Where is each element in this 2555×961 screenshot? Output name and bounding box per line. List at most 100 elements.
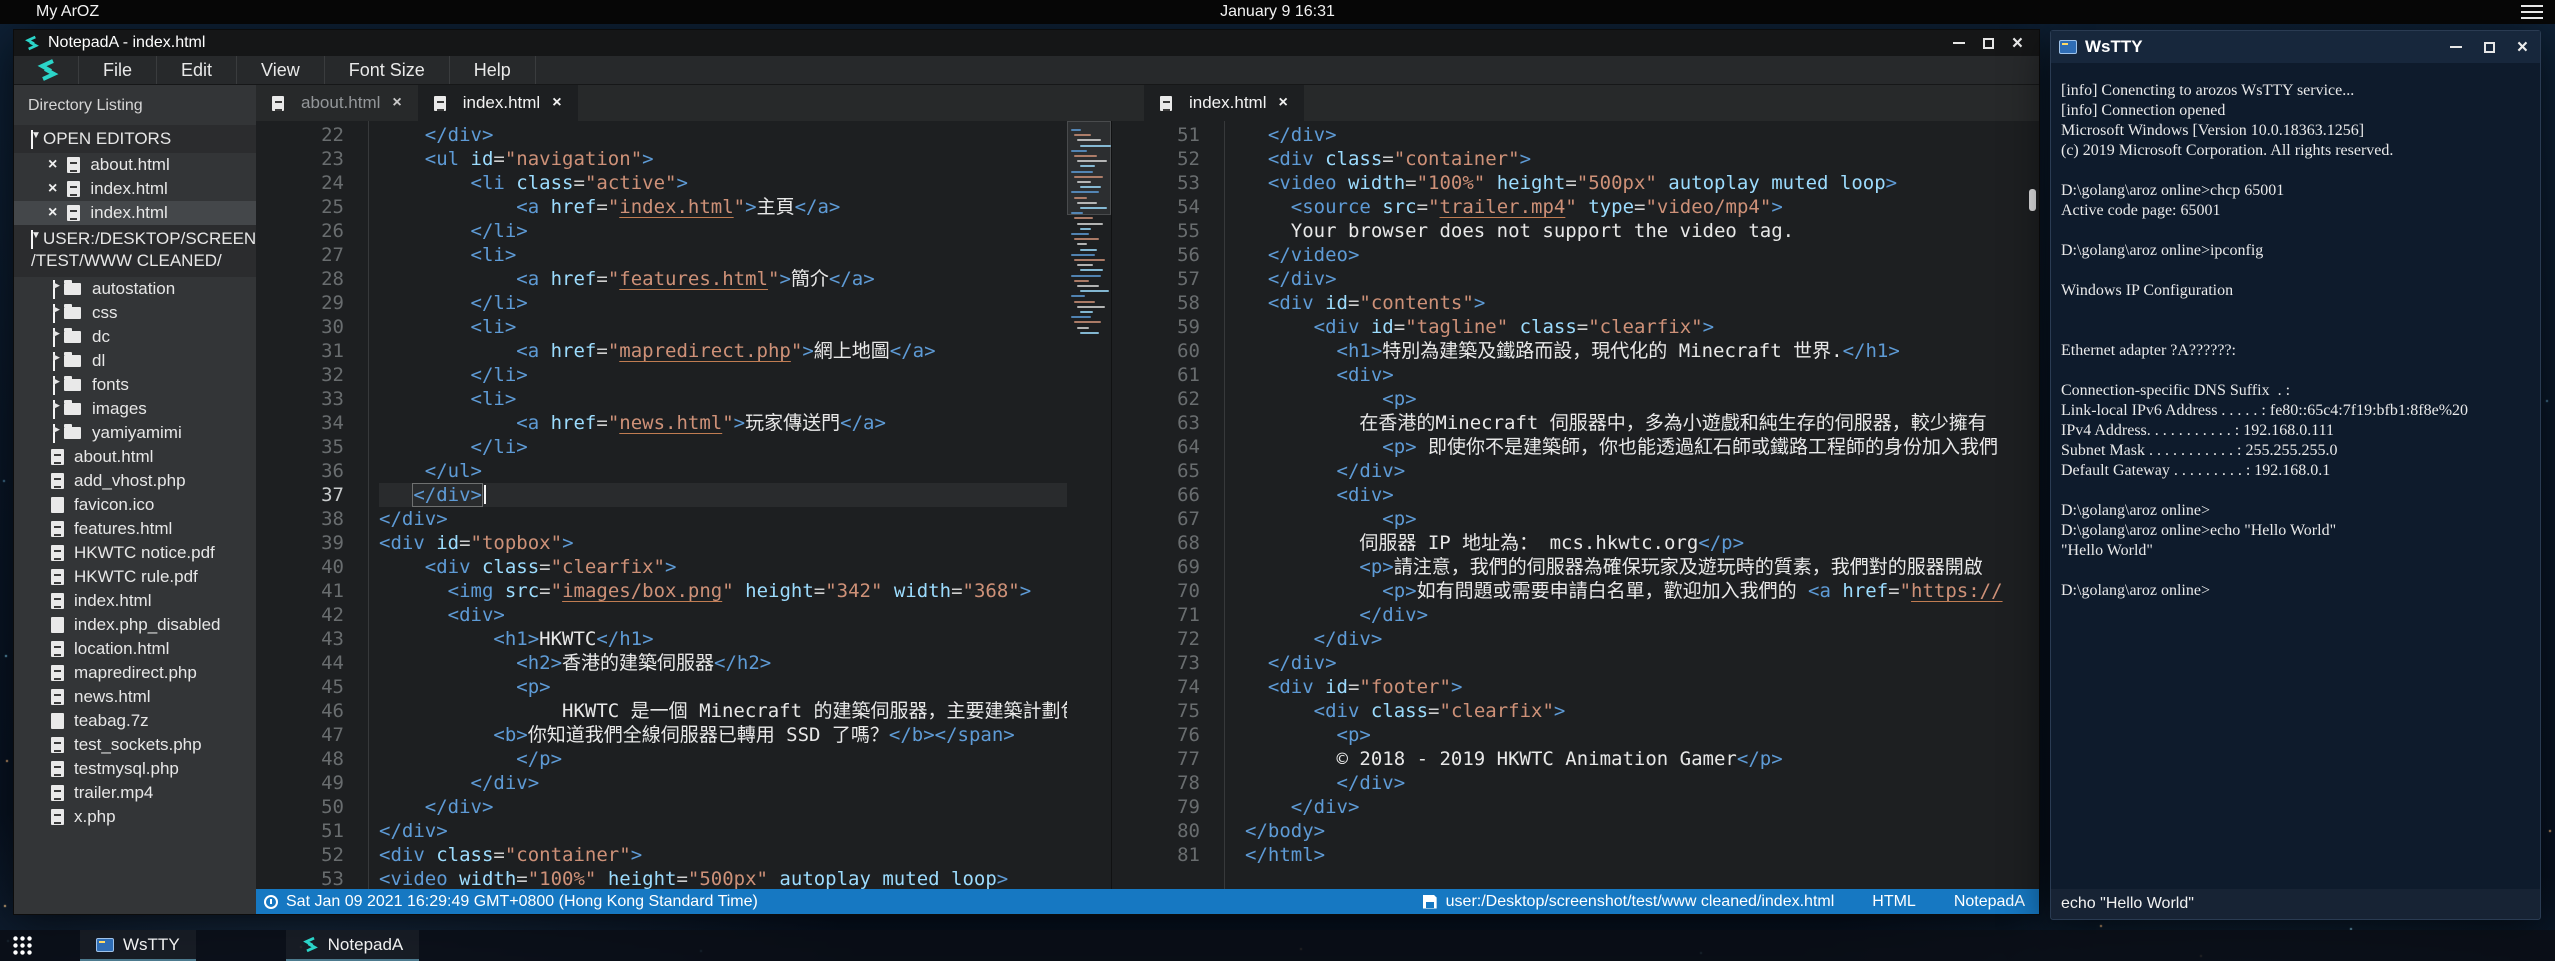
- minimize-button[interactable]: [2450, 46, 2462, 48]
- code-line[interactable]: <p>: [1245, 507, 2039, 531]
- code-line[interactable]: HKWTC 是一個 Minecraft 的建築伺服器，主要建築計劃包括鐵路: [379, 699, 1111, 723]
- code-line[interactable]: <div>: [379, 603, 1111, 627]
- minimap[interactable]: [1067, 121, 1111, 889]
- tree-file-mapredirect.php[interactable]: mapredirect.php: [14, 661, 256, 685]
- code-line[interactable]: <div>: [1245, 483, 2039, 507]
- code-line[interactable]: </ul>: [379, 459, 1111, 483]
- workspace-header[interactable]: ▼ USER:/DESKTOP/SCREENSHOT /TEST/WWW CLE…: [14, 225, 256, 277]
- code-line[interactable]: <source src="trailer.mp4" type="video/mp…: [1245, 195, 2039, 219]
- close-editor-icon[interactable]: ×: [48, 158, 57, 172]
- code-line[interactable]: <p>如有問題或需要申請白名單，歡迎加入我們的 <a href="https:/…: [1245, 579, 2039, 603]
- code-line[interactable]: <h1>HKWTC</h1>: [379, 627, 1111, 651]
- code-line[interactable]: Your browser does not support the video …: [1245, 219, 2039, 243]
- tab-index.html[interactable]: index.html×: [418, 85, 578, 121]
- taskbar-item-wstty[interactable]: WsTTY: [80, 930, 196, 961]
- tree-file-features.html[interactable]: features.html: [14, 517, 256, 541]
- code-line[interactable]: <video width="100%" height="500px" autop…: [379, 867, 1111, 889]
- code-area[interactable]: </div> <ul id="navigation"> <li class="a…: [369, 121, 1111, 889]
- code-line[interactable]: <b>你知道我們全線伺服器已轉用 SSD 了嗎？</b></span>: [379, 723, 1111, 747]
- code-line[interactable]: <a href="index.html">主頁</a>: [379, 195, 1111, 219]
- code-line[interactable]: <div id="contents">: [1245, 291, 2039, 315]
- tree-file-news.html[interactable]: news.html: [14, 685, 256, 709]
- code-line[interactable]: </body>: [1245, 819, 2039, 843]
- menu-help[interactable]: Help: [450, 56, 536, 84]
- close-tab-icon[interactable]: ×: [1278, 94, 1287, 112]
- tree-file-favicon.ico[interactable]: favicon.ico: [14, 493, 256, 517]
- code-line[interactable]: © 2018 - 2019 HKWTC Animation Gamer</p>: [1245, 747, 2039, 771]
- terminal-input[interactable]: echo "Hello World": [2051, 889, 2540, 919]
- code-line[interactable]: </div>: [379, 819, 1111, 843]
- code-line[interactable]: </div>: [1245, 771, 2039, 795]
- code-line[interactable]: </div>: [379, 123, 1111, 147]
- menu-view[interactable]: View: [237, 56, 325, 84]
- tree-folder-autostation[interactable]: ▶autostation: [14, 277, 256, 301]
- notepada-titlebar[interactable]: NotepadA - index.html ×: [14, 30, 2039, 56]
- tree-file-testmysql.php[interactable]: testmysql.php: [14, 757, 256, 781]
- code-line[interactable]: </div>: [1245, 123, 2039, 147]
- code-line[interactable]: <li>: [379, 387, 1111, 411]
- code-line[interactable]: </div>: [1245, 627, 2039, 651]
- close-editor-icon[interactable]: ×: [48, 182, 57, 196]
- code-line[interactable]: <a href="features.html">簡介</a>: [379, 267, 1111, 291]
- close-tab-icon[interactable]: ×: [552, 94, 561, 112]
- code-line[interactable]: </div>: [1245, 651, 2039, 675]
- code-line[interactable]: </li>: [379, 363, 1111, 387]
- maximize-button[interactable]: [1983, 38, 1994, 49]
- code-line[interactable]: <div id="footer">: [1245, 675, 2039, 699]
- tree-file-location.html[interactable]: location.html: [14, 637, 256, 661]
- code-line[interactable]: </div>: [1245, 459, 2039, 483]
- hamburger-menu-icon[interactable]: [2521, 5, 2543, 19]
- code-line[interactable]: <li class="active">: [379, 171, 1111, 195]
- editor-pane-left[interactable]: 2223242526272829303132333435363738394041…: [256, 121, 1112, 889]
- tree-file-test_sockets.php[interactable]: test_sockets.php: [14, 733, 256, 757]
- code-line[interactable]: 在香港的Minecraft 伺服器中，多為小遊戲和純生存的伺服器，較少擁有: [1245, 411, 2039, 435]
- code-line[interactable]: </div>: [1245, 795, 2039, 819]
- code-line[interactable]: <div class="clearfix">: [379, 555, 1111, 579]
- code-line[interactable]: <div id="topbox">: [379, 531, 1111, 555]
- maximize-button[interactable]: [2484, 42, 2495, 53]
- menu-file[interactable]: File: [79, 56, 157, 84]
- minimize-button[interactable]: [1953, 42, 1965, 44]
- open-editor-item[interactable]: ×about.html: [14, 153, 256, 177]
- code-line[interactable]: <a href="mapredirect.php">網上地圖</a>: [379, 339, 1111, 363]
- close-tab-icon[interactable]: ×: [392, 94, 401, 112]
- code-line[interactable]: <div id="tagline" class="clearfix">: [1245, 315, 2039, 339]
- status-language[interactable]: HTML: [1872, 893, 1916, 911]
- open-editor-item[interactable]: ×index.html: [14, 201, 256, 225]
- open-editors-header[interactable]: ▼ OPEN EDITORS: [14, 125, 256, 153]
- tree-folder-fonts[interactable]: ▶fonts: [14, 373, 256, 397]
- code-line[interactable]: <img src="images/box.png" height="342" w…: [379, 579, 1111, 603]
- code-line[interactable]: <p>: [1245, 723, 2039, 747]
- code-line[interactable]: <h1>特別為建築及鐵路而設，現代化的 Minecraft 世界.</h1>: [1245, 339, 2039, 363]
- tree-file-index.php_disabled[interactable]: index.php_disabled: [14, 613, 256, 637]
- tab-about.html[interactable]: about.html×: [256, 85, 418, 121]
- tree-file-trailer.mp4[interactable]: trailer.mp4: [14, 781, 256, 805]
- tree-file-teabag.7z[interactable]: teabag.7z: [14, 709, 256, 733]
- tree-file-add_vhost.php[interactable]: add_vhost.php: [14, 469, 256, 493]
- code-line[interactable]: </div>: [1245, 603, 2039, 627]
- tree-file-HKWTC rule.pdf[interactable]: HKWTC rule.pdf: [14, 565, 256, 589]
- tree-folder-dc[interactable]: ▶dc: [14, 325, 256, 349]
- tree-file-about.html[interactable]: about.html: [14, 445, 256, 469]
- tree-file-HKWTC notice.pdf[interactable]: HKWTC notice.pdf: [14, 541, 256, 565]
- code-line[interactable]: </div>: [379, 795, 1111, 819]
- vertical-scrollbar[interactable]: [2026, 121, 2039, 889]
- wstty-titlebar[interactable]: WsTTY ×: [2051, 31, 2540, 63]
- start-menu-button[interactable]: [0, 930, 46, 961]
- tab-index.html[interactable]: index.html×: [1144, 85, 1304, 121]
- code-line[interactable]: <ul id="navigation">: [379, 147, 1111, 171]
- code-line[interactable]: </div>: [1245, 267, 2039, 291]
- code-line[interactable]: <li>: [379, 315, 1111, 339]
- code-line[interactable]: </div>: [379, 507, 1111, 531]
- close-editor-icon[interactable]: ×: [48, 206, 57, 220]
- code-line[interactable]: </p>: [379, 747, 1111, 771]
- menu-edit[interactable]: Edit: [157, 56, 237, 84]
- close-button[interactable]: ×: [2012, 37, 2023, 50]
- tree-folder-yamiyamimi[interactable]: ▶yamiyamimi: [14, 421, 256, 445]
- code-line[interactable]: <p>請注意，我們的伺服器為確保玩家及遊玩時的質素，我們對的服器開啟: [1245, 555, 2039, 579]
- code-line[interactable]: 伺服器 IP 地址為： mcs.hkwtc.org</p>: [1245, 531, 2039, 555]
- save-icon[interactable]: [1423, 895, 1437, 909]
- code-line[interactable]: <div class="container">: [1245, 147, 2039, 171]
- code-line[interactable]: </video>: [1245, 243, 2039, 267]
- code-line[interactable]: <div class="clearfix">: [1245, 699, 2039, 723]
